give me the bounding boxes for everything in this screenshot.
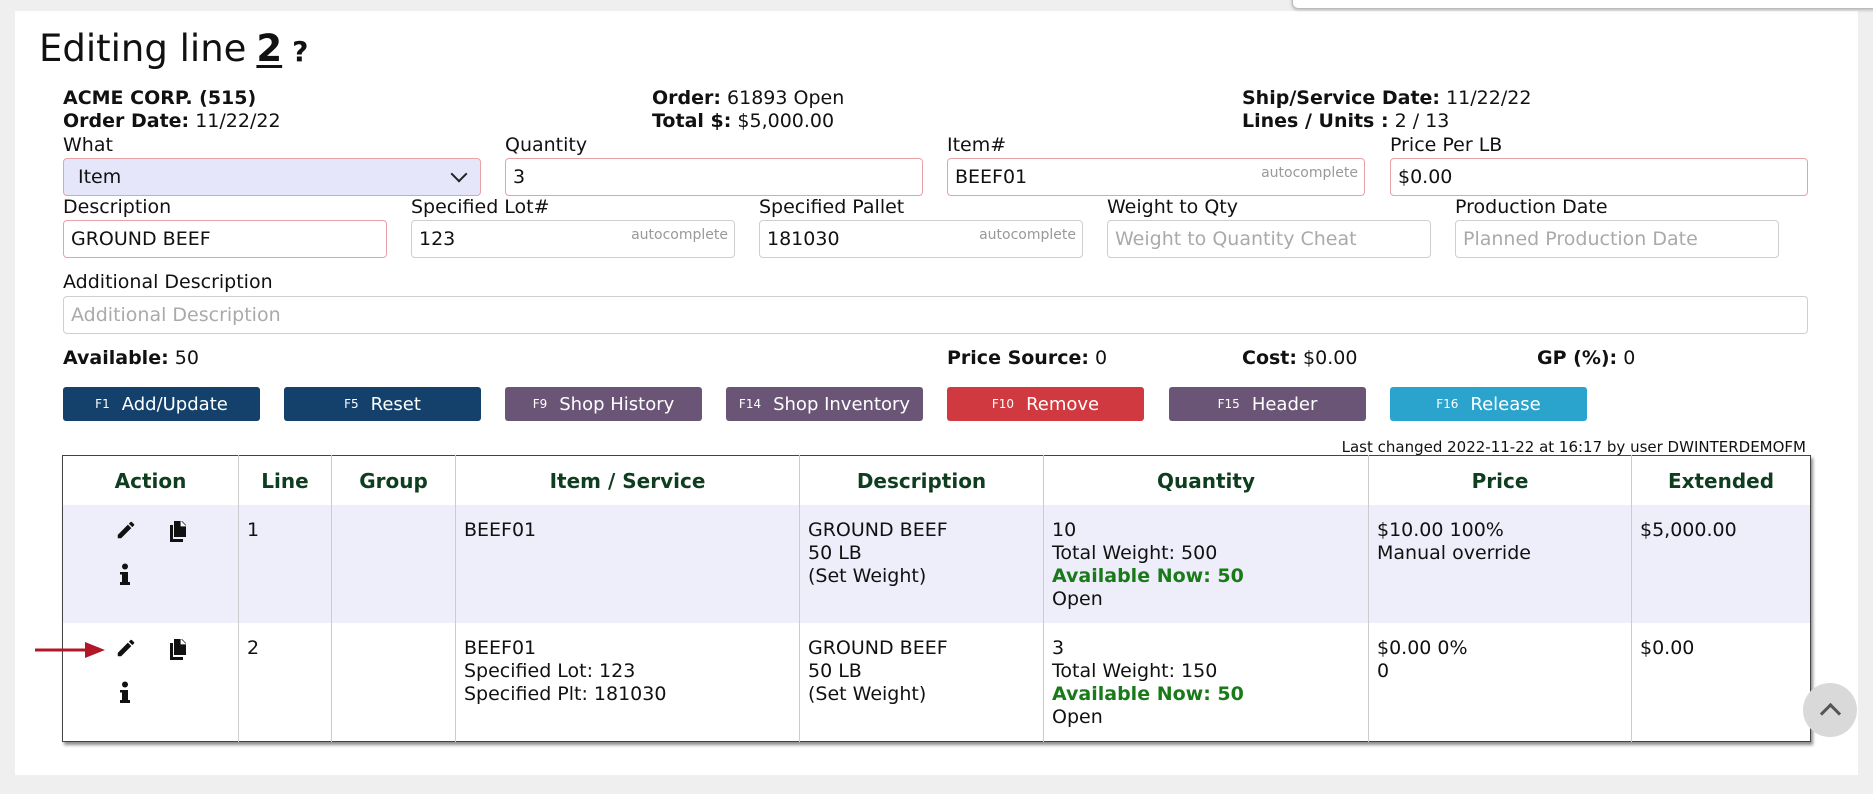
line-cell: 1 <box>238 505 332 623</box>
description-cell: GROUND BEEF 50 LB (Set Weight) <box>799 505 1044 623</box>
remove-button[interactable]: F10 Remove <box>947 387 1144 421</box>
copy-icon[interactable] <box>166 637 190 661</box>
extended-cell: $0.00 <box>1631 623 1811 742</box>
order-date: Order Date: 11/22/22 <box>63 110 281 132</box>
shop-inventory-button[interactable]: F14 Shop Inventory <box>726 387 923 421</box>
additional-description-label: Additional Description <box>63 271 273 293</box>
price-cell: $0.00 0% 0 <box>1368 623 1632 742</box>
weight-input[interactable]: Weight to Quantity Cheat <box>1107 220 1431 258</box>
scroll-to-top-button[interactable] <box>1803 683 1857 737</box>
title-text: Editing line <box>39 27 247 70</box>
cost-stat: Cost: $0.00 <box>1242 347 1358 369</box>
line-cell: 2 <box>238 623 332 742</box>
chevron-up-icon <box>1819 702 1841 724</box>
lines-units: Lines / Units : 2 / 13 <box>1242 110 1450 132</box>
lot-input[interactable]: 123 autocomplete <box>411 220 735 258</box>
help-icon[interactable]: ? <box>292 35 308 68</box>
line-number: 2 <box>256 27 283 70</box>
info-icon[interactable] <box>119 563 131 587</box>
col-item: Item / Service <box>455 455 800 505</box>
extended-cell: $5,000.00 <box>1631 505 1811 623</box>
autocomplete-hint: autocomplete <box>1261 165 1358 181</box>
release-button[interactable]: F16 Release <box>1390 387 1587 421</box>
customer-name: ACME CORP. (515) <box>63 87 257 109</box>
info-icon[interactable] <box>119 681 131 705</box>
col-quantity: Quantity <box>1043 455 1369 505</box>
description-input[interactable]: GROUND BEEF <box>63 220 387 258</box>
description-cell: GROUND BEEF 50 LB (Set Weight) <box>799 623 1044 742</box>
page-title: Editing line 2? <box>39 27 308 70</box>
available-stat: Available: 50 <box>63 347 199 369</box>
reset-button[interactable]: F5 Reset <box>284 387 481 421</box>
quantity-cell: 3 Total Weight: 150 Available Now: 50 Open <box>1043 623 1369 742</box>
pencil-icon[interactable] <box>115 519 137 541</box>
table-row[interactable]: 2 BEEF01 Specified Lot: 123 Specified Plt:… <box>62 623 1811 742</box>
description-label: Description <box>63 196 172 218</box>
what-select[interactable]: Item <box>63 158 481 196</box>
price-source-stat: Price Source: 0 <box>947 347 1108 369</box>
item-input[interactable]: BEEF01 autocomplete <box>947 158 1365 196</box>
group-cell <box>331 623 456 742</box>
last-changed-text: Last changed 2022-11-22 at 16:17 by user… <box>1341 438 1806 456</box>
col-line: Line <box>238 455 332 505</box>
table-row[interactable]: 1 BEEF01 GROUND BEEF 50 LB (Set Weight) 10… <box>62 505 1811 623</box>
what-label: What <box>63 134 113 156</box>
price-label: Price Per LB <box>1390 134 1503 156</box>
chevron-down-icon <box>450 165 468 183</box>
col-action: Action <box>114 468 187 493</box>
production-date-label: Production Date <box>1455 196 1608 218</box>
add-update-button[interactable]: F1 Add/Update <box>63 387 260 421</box>
pallet-label: Specified Pallet <box>759 196 905 218</box>
item-cell: BEEF01 Specified Lot: 123 Specified Plt: 1… <box>455 623 800 742</box>
autocomplete-hint: autocomplete <box>979 227 1076 243</box>
quantity-cell: 10 Total Weight: 500 Available Now: 50 Open <box>1043 505 1369 623</box>
production-date-input[interactable]: Planned Production Date <box>1455 220 1779 258</box>
gp-stat: GP (%): 0 <box>1537 347 1636 369</box>
order-lines-table: Action Line Group Item / Service Descrip… <box>62 455 1811 742</box>
lot-label: Specified Lot# <box>411 196 550 218</box>
header-button[interactable]: F15 Header <box>1169 387 1366 421</box>
autocomplete-hint: autocomplete <box>631 227 728 243</box>
copy-icon[interactable] <box>166 519 190 543</box>
shop-history-button[interactable]: F9 Shop History <box>505 387 702 421</box>
pallet-input[interactable]: 181030 autocomplete <box>759 220 1083 258</box>
col-extended: Extended <box>1631 455 1811 505</box>
quantity-input[interactable]: 3 <box>505 158 923 196</box>
order-number: Order: 61893 Open <box>652 87 845 109</box>
order-total: Total $: $5,000.00 <box>652 110 835 132</box>
weight-label: Weight to Qty <box>1107 196 1238 218</box>
current-line-arrow-icon <box>35 642 105 658</box>
additional-description-input[interactable]: Additional Description <box>63 296 1808 334</box>
quantity-label: Quantity <box>505 134 588 156</box>
price-cell: $10.00 100% Manual override <box>1368 505 1632 623</box>
ship-date: Ship/Service Date: 11/22/22 <box>1242 87 1532 109</box>
item-label: Item# <box>947 134 1007 156</box>
table-header-row: Action Line Group Item / Service Descrip… <box>63 455 1811 505</box>
item-cell: BEEF01 <box>455 505 800 623</box>
pencil-icon[interactable] <box>115 637 137 659</box>
col-price: Price <box>1368 455 1632 505</box>
top-right-dropdown[interactable] <box>1292 0 1873 9</box>
col-description: Description <box>799 455 1044 505</box>
action-cell <box>62 505 239 623</box>
col-group: Group <box>331 455 456 505</box>
price-input[interactable]: $0.00 <box>1390 158 1808 196</box>
group-cell <box>331 505 456 623</box>
